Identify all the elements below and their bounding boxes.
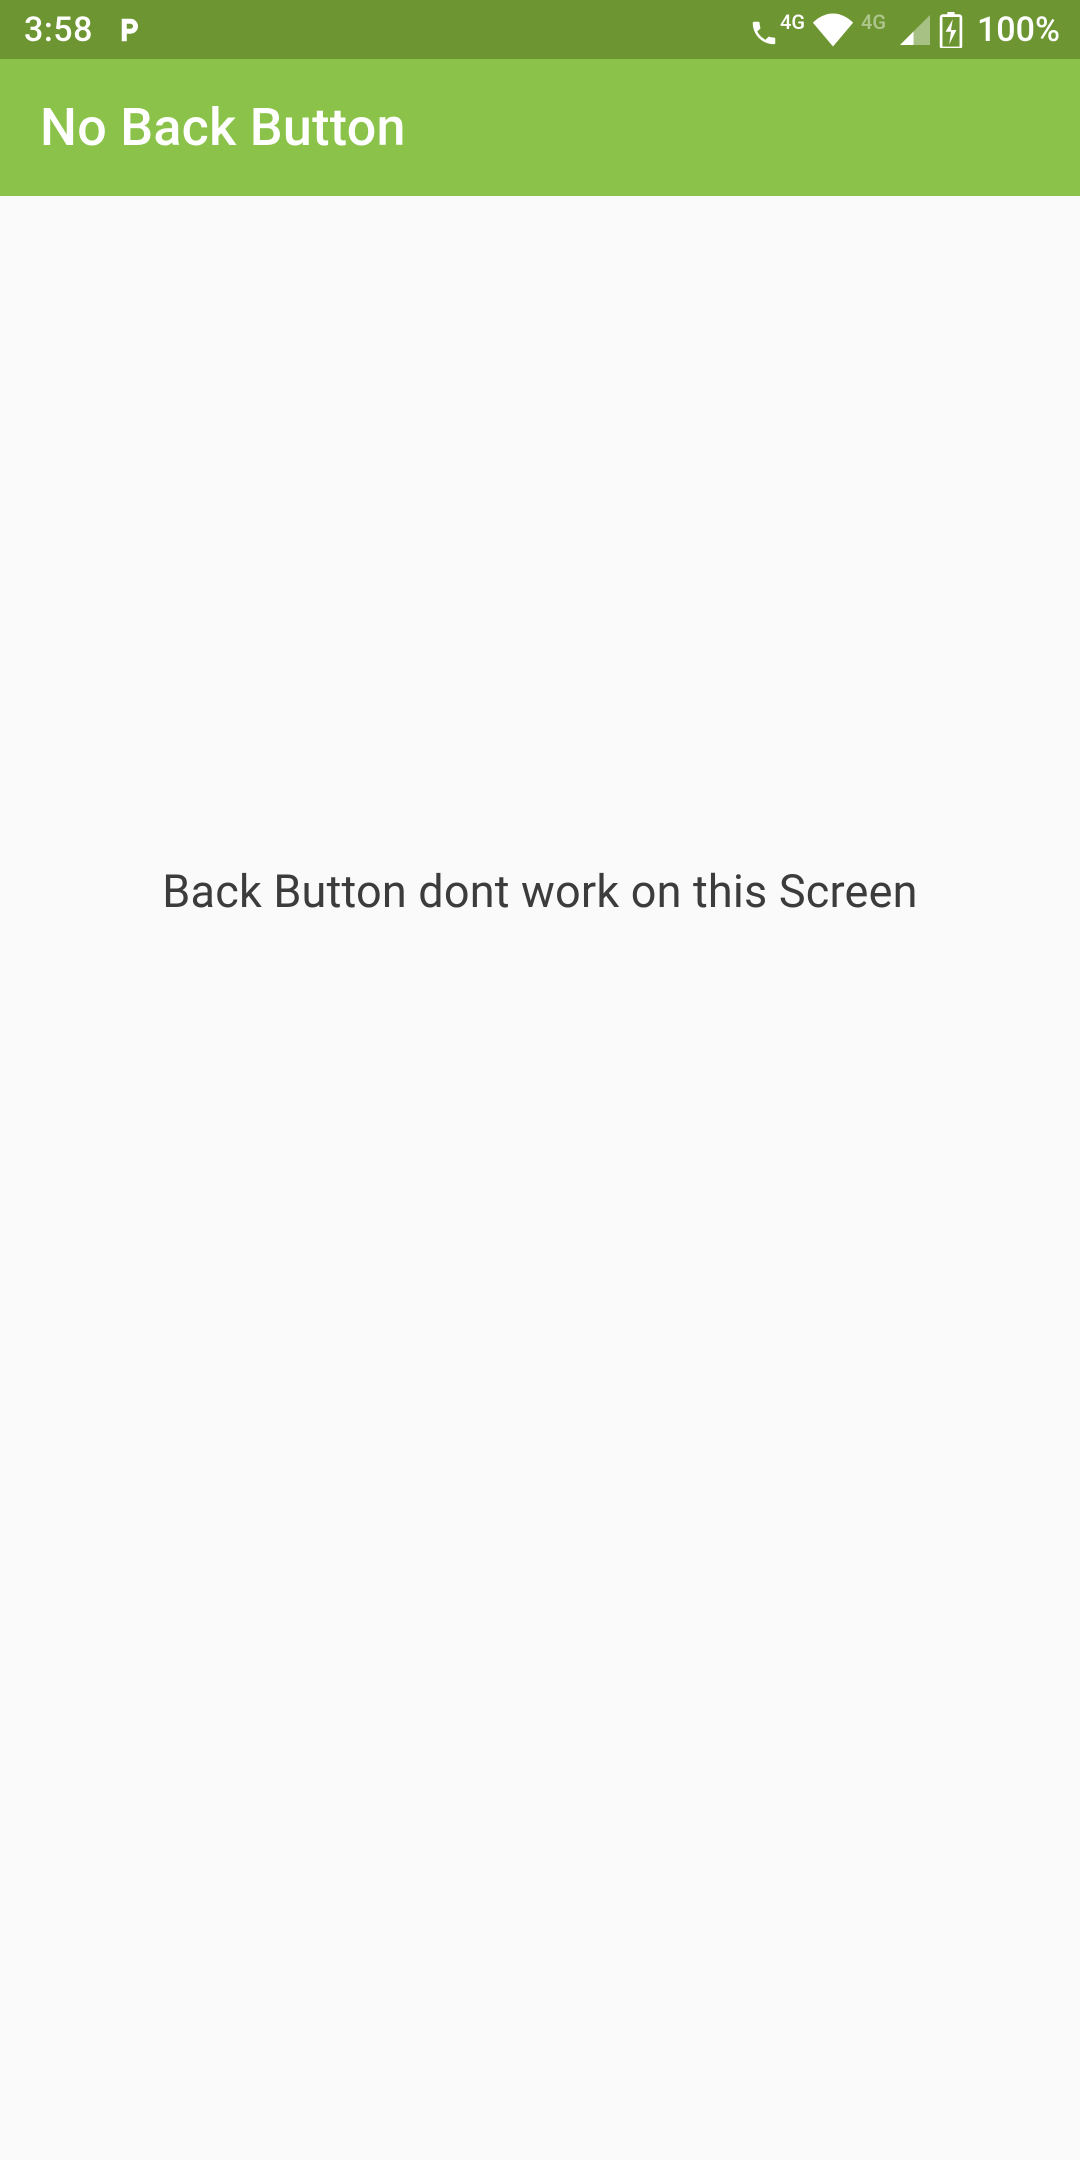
page-title: No Back Button [40,97,406,158]
phone-4g-icon: 4G [749,12,805,48]
status-bar-right: 4G 4G 100% [749,10,1060,50]
android-p-icon [113,15,143,45]
content-area: Back Button dont work on this Screen [0,196,1080,2160]
network-4g-label-dim: 4G [861,10,886,34]
battery-percentage: 100% [977,10,1060,50]
cellular-signal-group: 4G [861,12,933,48]
wifi-icon [811,13,855,47]
status-time: 3:58 [24,10,93,50]
battery-charging-icon [939,12,963,48]
network-4g-label: 4G [780,10,805,34]
status-bar: 3:58 4G 4G [0,0,1080,59]
app-bar: No Back Button [0,59,1080,196]
content-message: Back Button dont work on this Screen [0,865,1080,918]
status-bar-left: 3:58 [24,10,143,50]
